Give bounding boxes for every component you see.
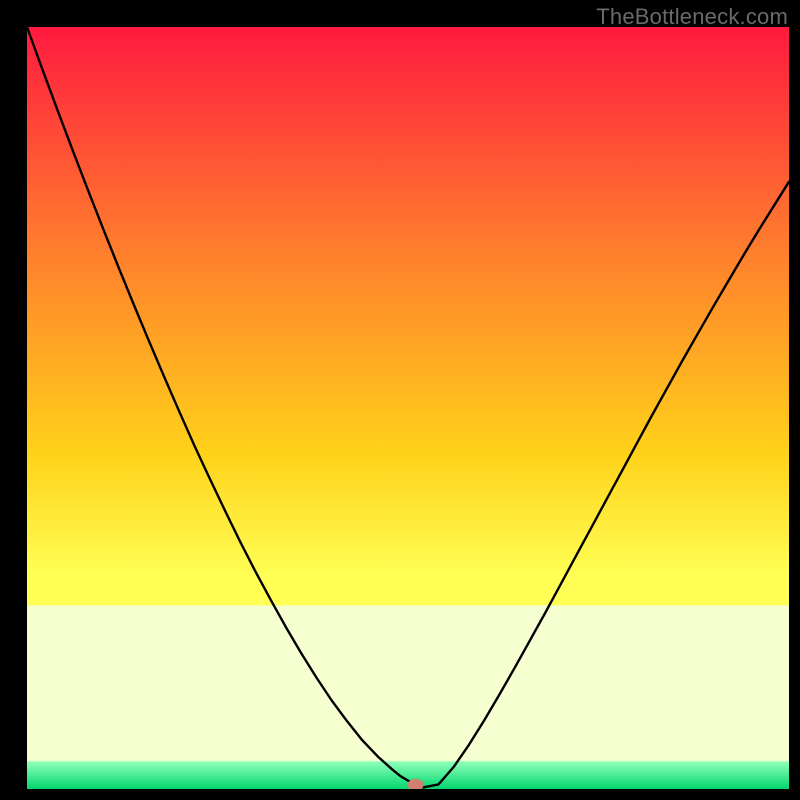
bottleneck-chart (0, 0, 800, 800)
chart-container: TheBottleneck.com (0, 0, 800, 800)
plot-background (27, 27, 789, 789)
watermark-text: TheBottleneck.com (596, 4, 788, 30)
